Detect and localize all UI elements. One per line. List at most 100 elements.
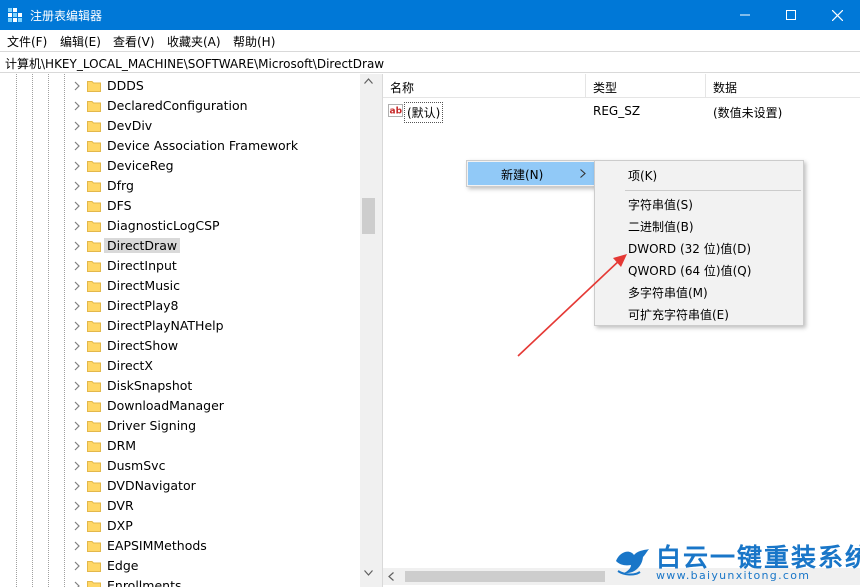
submenu-item-qword-value[interactable]: QWORD (64 位)值(Q) [596, 258, 802, 280]
scrollbar-thumb[interactable] [362, 198, 375, 234]
chevron-right-icon[interactable] [72, 481, 82, 491]
tree-item[interactable]: Enrollments [0, 576, 360, 587]
tree-item[interactable]: DiagnosticLogCSP [0, 216, 360, 236]
chevron-right-icon[interactable] [72, 461, 82, 471]
folder-icon [87, 301, 101, 312]
menu-view[interactable]: 查看(V) [113, 33, 155, 50]
chevron-right-icon[interactable] [72, 361, 82, 371]
column-header-name[interactable]: 名称 [390, 79, 414, 96]
chevron-right-icon[interactable] [72, 301, 82, 311]
tree-item[interactable]: Device Association Framework [0, 136, 360, 156]
tree-item-label: DDDS [107, 78, 144, 93]
chevron-right-icon[interactable] [72, 261, 82, 271]
chevron-right-icon[interactable] [72, 81, 82, 91]
column-header-type[interactable]: 类型 [593, 79, 617, 96]
list-row[interactable]: ab (默认) REG_SZ (数值未设置) [383, 101, 860, 123]
tree-item[interactable]: DirectX [0, 356, 360, 376]
tree-item-label: DownloadManager [107, 398, 224, 413]
submenu-item-label: DWORD (32 位)值(D) [628, 242, 751, 256]
tree-item[interactable]: DirectPlay8 [0, 296, 360, 316]
tree-item-label: DirectX [107, 358, 153, 373]
chevron-right-icon[interactable] [72, 281, 82, 291]
chevron-right-icon[interactable] [72, 561, 82, 571]
tree-item[interactable]: DirectInput [0, 256, 360, 276]
chevron-right-icon[interactable] [72, 201, 82, 211]
chevron-right-icon[interactable] [72, 401, 82, 411]
chevron-right-icon[interactable] [72, 221, 82, 231]
menu-help[interactable]: 帮助(H) [233, 33, 275, 50]
submenu-item-dword-value[interactable]: DWORD (32 位)值(D) [596, 236, 802, 258]
submenu-item-expandable-string-value[interactable]: 可扩充字符串值(E) [596, 302, 802, 324]
scroll-up-icon[interactable] [364, 78, 373, 84]
tree-item[interactable]: Edge [0, 556, 360, 576]
scroll-down-icon[interactable] [364, 570, 373, 576]
tree-item[interactable]: DusmSvc [0, 456, 360, 476]
chevron-right-icon[interactable] [72, 141, 82, 151]
tree-item[interactable]: DirectPlayNATHelp [0, 316, 360, 336]
menu-file[interactable]: 文件(F) [7, 33, 47, 50]
tree-item[interactable]: DirectDraw [0, 236, 360, 256]
chevron-right-icon[interactable] [72, 241, 82, 251]
tree-item[interactable]: DXP [0, 516, 360, 536]
tree-item[interactable]: DDDS [0, 76, 360, 96]
menu-bar: 文件(F) 编辑(E) 查看(V) 收藏夹(A) 帮助(H) [0, 30, 860, 51]
folder-icon [87, 281, 101, 292]
tree-item[interactable]: DRM [0, 436, 360, 456]
tree-item[interactable]: DFS [0, 196, 360, 216]
chevron-right-icon[interactable] [72, 441, 82, 451]
tree-item[interactable]: DVDNavigator [0, 476, 360, 496]
minimize-button[interactable] [722, 0, 768, 30]
maximize-icon [786, 10, 796, 20]
tree-item[interactable]: EAPSIMMethods [0, 536, 360, 556]
column-divider[interactable] [585, 74, 586, 98]
folder-icon [87, 461, 101, 472]
chevron-right-icon[interactable] [72, 341, 82, 351]
submenu-item-string-value[interactable]: 字符串值(S) [596, 192, 802, 214]
chevron-right-icon[interactable] [72, 321, 82, 331]
value-name[interactable]: (默认) [404, 102, 444, 123]
folder-icon [87, 101, 101, 112]
chevron-right-icon[interactable] [72, 121, 82, 131]
maximize-button[interactable] [768, 0, 814, 30]
key-tree[interactable]: DDDS DeclaredConfiguration DevDiv Device As… [0, 74, 377, 587]
tree-vertical-scrollbar[interactable] [360, 74, 377, 587]
chevron-right-icon[interactable] [72, 501, 82, 511]
submenu-item-multi-string-value[interactable]: 多字符串值(M) [596, 280, 802, 302]
tree-item[interactable]: DirectMusic [0, 276, 360, 296]
context-menu: 新建(N) [466, 160, 596, 187]
tree-item[interactable]: Dfrg [0, 176, 360, 196]
chevron-right-icon[interactable] [72, 521, 82, 531]
chevron-right-icon[interactable] [72, 181, 82, 191]
address-bar[interactable]: 计算机\HKEY_LOCAL_MACHINE\SOFTWARE\Microsof… [0, 51, 860, 73]
submenu-item-binary-value[interactable]: 二进制值(B) [596, 214, 802, 236]
address-path[interactable]: 计算机\HKEY_LOCAL_MACHINE\SOFTWARE\Microsof… [5, 55, 384, 72]
menu-favorites[interactable]: 收藏夹(A) [167, 33, 221, 50]
chevron-right-icon[interactable] [72, 541, 82, 551]
tree-item[interactable]: DVR [0, 496, 360, 516]
scrollbar-thumb[interactable] [405, 571, 605, 582]
tree-item[interactable]: DeviceReg [0, 156, 360, 176]
tree-item[interactable]: DevDiv [0, 116, 360, 136]
tree-item[interactable]: DirectShow [0, 336, 360, 356]
scroll-left-icon[interactable] [388, 572, 394, 581]
column-header-data[interactable]: 数据 [713, 79, 737, 96]
folder-icon [87, 441, 101, 452]
menu-edit[interactable]: 编辑(E) [60, 33, 101, 50]
close-button[interactable] [814, 0, 860, 30]
tree-item-label: Device Association Framework [107, 138, 299, 153]
tree-item[interactable]: DeclaredConfiguration [0, 96, 360, 116]
tree-item[interactable]: DownloadManager [0, 396, 360, 416]
chevron-right-icon[interactable] [72, 161, 82, 171]
chevron-right-icon[interactable] [72, 581, 82, 587]
chevron-right-icon[interactable] [72, 381, 82, 391]
chevron-right-icon[interactable] [72, 101, 82, 111]
tree-item[interactable]: Driver Signing [0, 416, 360, 436]
menu-item-new[interactable]: 新建(N) [468, 162, 594, 185]
chevron-right-icon[interactable] [72, 421, 82, 431]
folder-icon [87, 201, 101, 212]
column-divider[interactable] [705, 74, 706, 98]
value-list[interactable]: 名称 类型 数据 ab (默认) REG_SZ (数值未设置) [383, 74, 860, 587]
tree-item[interactable]: DiskSnapshot [0, 376, 360, 396]
submenu-item-key[interactable]: 项(K) [596, 163, 802, 185]
tree-item-label: DirectPlayNATHelp [107, 318, 224, 333]
